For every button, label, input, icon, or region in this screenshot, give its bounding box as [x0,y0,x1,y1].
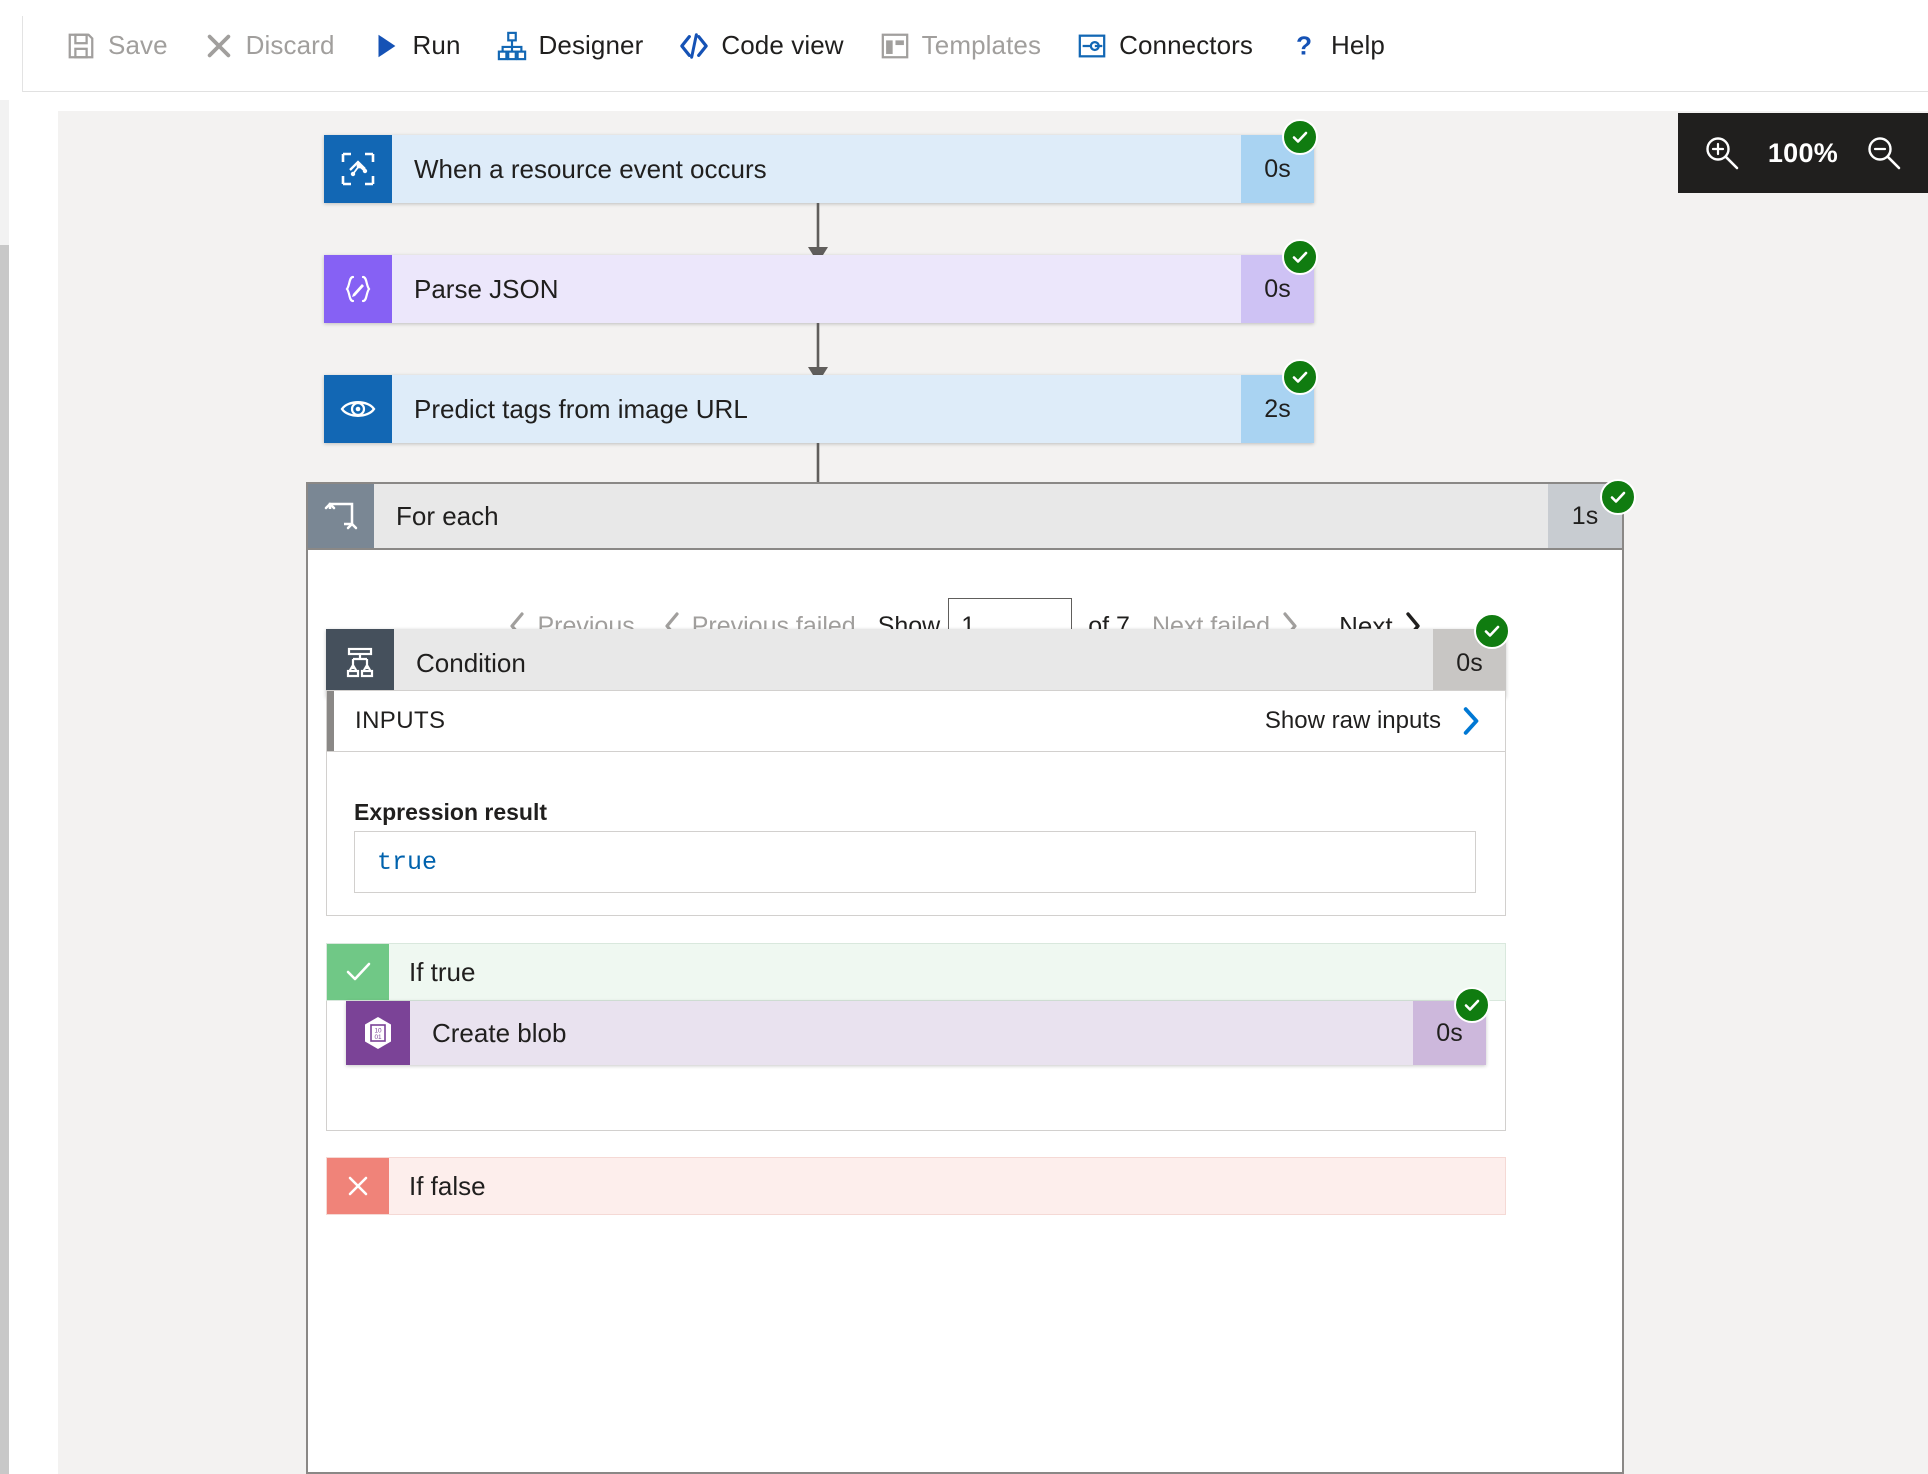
action-card-create-blob[interactable]: 10 01 Create blob 0s [346,1001,1486,1065]
action-card-parse-json[interactable]: Parse JSON 0s [324,255,1314,323]
logic-app-run-view: Save Discard Run [0,0,1928,1474]
expression-result-value: true [354,831,1476,893]
status-badge-succeeded [1454,987,1490,1023]
condition-icon [326,629,394,697]
action-title: For each [374,484,1548,548]
run-button[interactable]: Run [353,0,479,92]
zoom-out-icon[interactable] [1864,133,1904,173]
x-icon [327,1158,389,1214]
help-icon: ? [1289,31,1319,61]
action-title: When a resource event occurs [392,135,1241,203]
code-view-label: Code view [721,30,843,61]
discard-label: Discard [246,30,335,61]
action-title: Predict tags from image URL [392,375,1241,443]
action-title: Parse JSON [392,255,1241,323]
show-raw-inputs-label: Show raw inputs [1265,707,1441,735]
chevron-right-icon [1459,706,1481,736]
templates-icon [880,31,910,61]
command-bar: Save Discard Run [22,0,1928,92]
designer-icon [497,31,527,61]
discard-button[interactable]: Discard [186,0,353,92]
connectors-button[interactable]: Connectors [1059,0,1271,92]
page-scrollbar-track[interactable] [0,100,9,1474]
code-view-icon [679,31,709,61]
show-raw-inputs-link[interactable]: Show raw inputs [1265,706,1505,736]
save-icon [66,31,96,61]
svg-text:01: 01 [374,1034,382,1041]
templates-button[interactable]: Templates [862,0,1059,92]
designer-button[interactable]: Designer [479,0,662,92]
connectors-label: Connectors [1119,30,1253,61]
designer-label: Designer [539,30,644,61]
action-card-foreach[interactable]: For each 1s [306,482,1624,550]
if-false-label: If false [389,1158,1505,1214]
save-label: Save [108,30,168,61]
connectors-icon [1077,31,1107,61]
status-badge-succeeded [1282,119,1318,155]
status-badge-succeeded [1474,613,1510,649]
svg-text:?: ? [1296,31,1312,60]
expression-result-label: Expression result [354,799,547,826]
action-title: Create blob [410,1001,1413,1065]
status-badge-succeeded [1600,479,1636,515]
section-accent-bar [327,691,334,751]
if-false-header[interactable]: If false [326,1157,1506,1215]
zoom-in-icon[interactable] [1702,133,1742,173]
check-icon [327,944,389,1000]
status-badge-succeeded [1282,239,1318,275]
if-true-header[interactable]: If true [326,943,1506,1001]
action-card-condition[interactable]: Condition 0s [326,629,1506,697]
if-true-label: If true [389,944,1505,1000]
parse-json-icon [324,255,392,323]
page-scrollbar-thumb[interactable] [0,245,9,1474]
save-button[interactable]: Save [48,0,186,92]
inputs-section-header: INPUTS Show raw inputs [326,690,1506,752]
zoom-level-label: 100% [1768,138,1838,169]
run-label: Run [413,30,461,61]
inputs-label: INPUTS [327,707,445,735]
action-card-predict-tags[interactable]: Predict tags from image URL 2s [324,375,1314,443]
loop-icon [308,484,374,548]
action-title: Condition [394,629,1433,697]
code-view-button[interactable]: Code view [661,0,861,92]
action-card-trigger[interactable]: When a resource event occurs 0s [324,135,1314,203]
event-grid-icon [324,135,392,203]
blob-storage-icon: 10 01 [346,1001,410,1065]
zoom-control: 100% [1678,113,1928,193]
run-icon [371,31,401,61]
computer-vision-icon [324,375,392,443]
discard-icon [204,31,234,61]
help-label: Help [1331,30,1385,61]
status-badge-succeeded [1282,359,1318,395]
templates-label: Templates [922,30,1041,61]
help-button[interactable]: ? Help [1271,0,1403,92]
designer-canvas: When a resource event occurs 0s Parse JS… [58,111,1928,1474]
